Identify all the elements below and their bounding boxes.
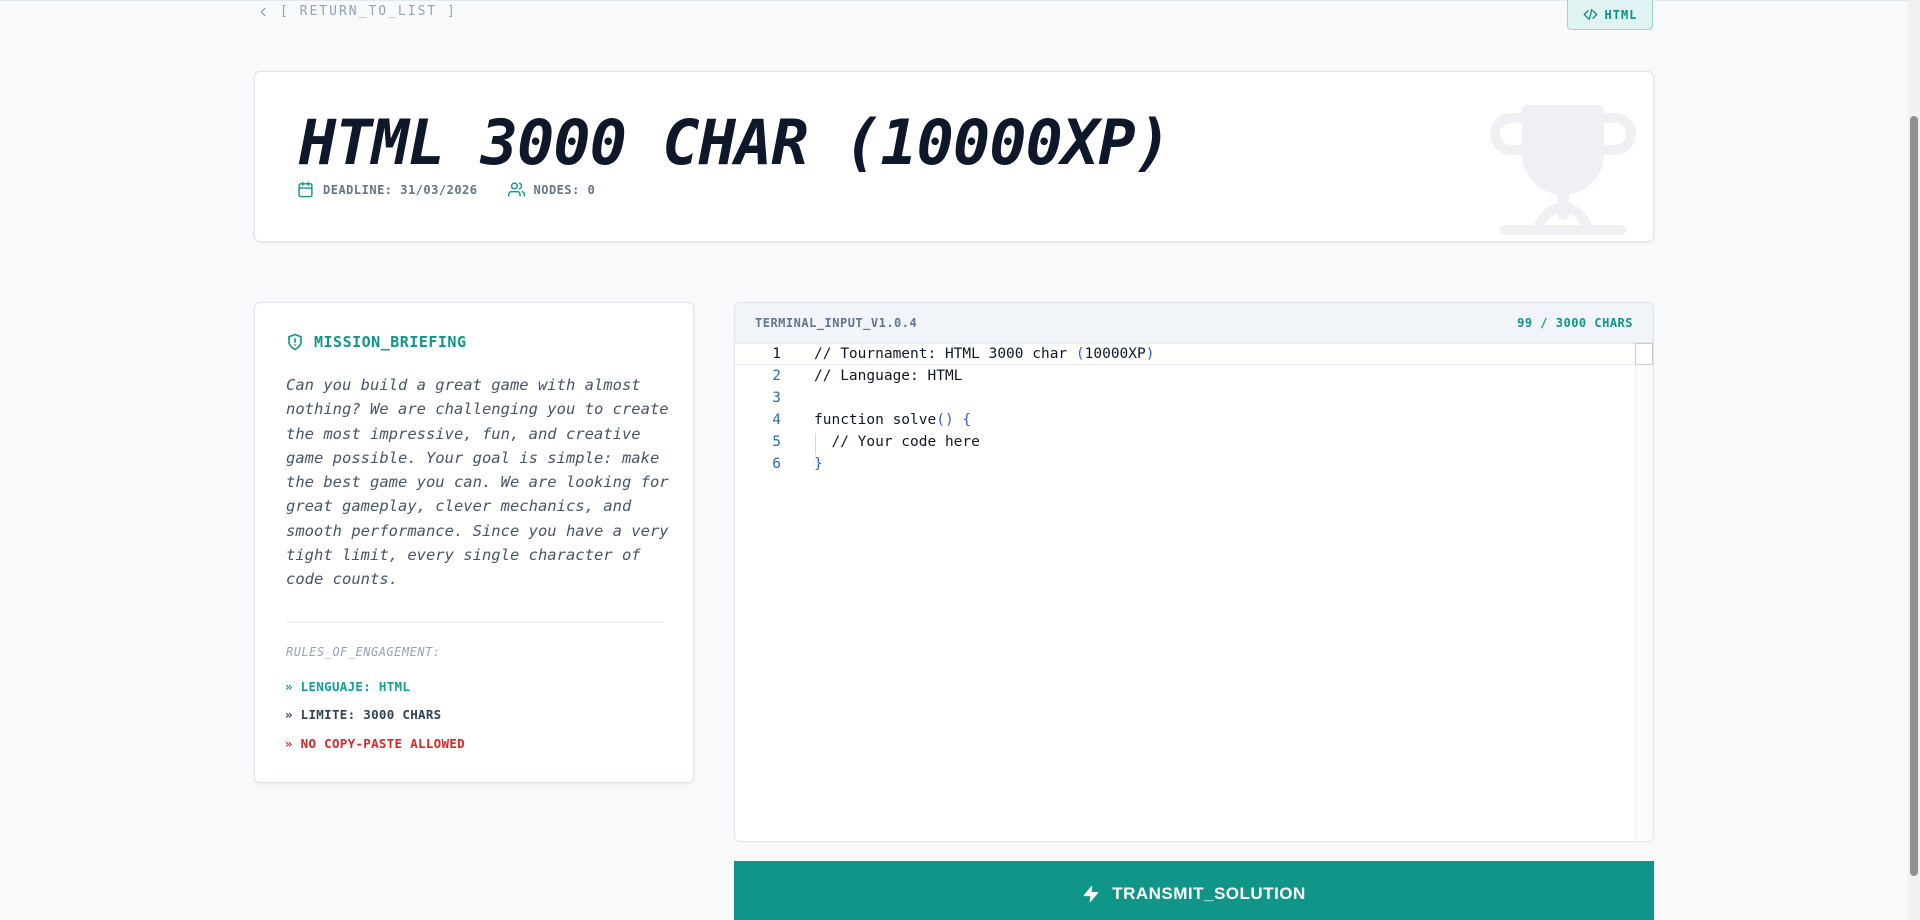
code-text: }	[814, 456, 823, 472]
transmit-solution-label: TRANSMIT_SOLUTION	[1112, 884, 1306, 903]
line-number: 5	[772, 434, 781, 450]
line-number: 3	[772, 390, 781, 406]
rule-language: » LENGUAJE: HTML	[285, 679, 411, 694]
editor-header: TERMINAL_INPUT_V1.0.4 99 / 3000 CHARS	[735, 303, 1653, 343]
code-line[interactable]: 4 function solve() {	[735, 409, 1635, 431]
mission-briefing-title: MISSION_BRIEFING	[314, 333, 467, 351]
code-text: // Tournament: HTML 3000 char (10000XP)	[814, 346, 1154, 362]
code-token: function solve	[814, 412, 937, 428]
line-number: 4	[772, 412, 781, 428]
editor-minimap-box[interactable]	[1635, 343, 1653, 365]
users-icon	[507, 182, 525, 197]
indent-guide	[815, 433, 816, 455]
divider	[286, 622, 664, 623]
code-token: 10000XP	[1084, 346, 1146, 362]
line-number: 6	[772, 456, 781, 472]
char-counter: 99 / 3000 CHARS	[1517, 315, 1633, 330]
editor-scroll-gutter[interactable]	[1635, 343, 1653, 841]
code-line[interactable]: 6 }	[735, 453, 1635, 475]
code-token: {	[962, 412, 972, 428]
line-number: 1	[772, 346, 781, 362]
code-text: // Language: HTML	[814, 368, 963, 384]
code-token: // Tournament: HTML 3000 char	[814, 346, 1076, 362]
tournament-meta: DEADLINE: 31/03/2026 NODES: 0	[297, 181, 595, 198]
code-text: // Your code here	[814, 434, 980, 450]
rule-limit: » LIMITE: 3000 CHARS	[285, 707, 442, 722]
lightning-icon	[1083, 885, 1099, 903]
code-input-area[interactable]: 1 // Tournament: HTML 3000 char (10000XP…	[735, 343, 1635, 841]
mission-briefing-card: MISSION_BRIEFING Can you build a great g…	[254, 302, 694, 783]
code-token: (	[1075, 346, 1085, 362]
chevron-left-icon	[260, 7, 266, 16]
language-badge-label: HTML	[1604, 7, 1638, 22]
code-token: ()	[936, 412, 954, 428]
language-badge: HTML	[1567, 0, 1653, 30]
mission-description: Can you build a great game with almost n…	[286, 376, 669, 589]
code-icon	[1583, 8, 1597, 21]
line-number: 2	[772, 368, 781, 384]
calendar-icon	[298, 181, 313, 198]
mission-briefing-heading: MISSION_BRIEFING	[286, 333, 467, 351]
code-line[interactable]: 1 // Tournament: HTML 3000 char (10000XP…	[735, 343, 1635, 365]
return-to-list-link[interactable]: [ RETURN_TO_LIST ]	[256, 4, 457, 19]
transmit-solution-button[interactable]: TRANSMIT_SOLUTION	[734, 861, 1654, 920]
tournament-header-card: HTML 3000 CHAR (10000XP) DEADLINE: 31/03…	[254, 71, 1654, 242]
trophy-icon	[1490, 105, 1636, 235]
nodes-label: NODES: 0	[533, 182, 596, 197]
code-editor: TERMINAL_INPUT_V1.0.4 99 / 3000 CHARS 1 …	[734, 302, 1654, 842]
code-text: function solve() {	[814, 412, 971, 428]
editor-name: TERMINAL_INPUT_V1.0.4	[755, 315, 918, 330]
code-line[interactable]: 3	[735, 387, 1635, 409]
code-line[interactable]: 2 // Language: HTML	[735, 365, 1635, 387]
tournament-title: HTML 3000 CHAR (10000XP)	[299, 106, 1172, 179]
shield-icon	[288, 333, 302, 351]
code-line[interactable]: 5 // Your code here	[735, 431, 1635, 453]
deadline-label: DEADLINE: 31/03/2026	[323, 182, 478, 197]
deadline-info: DEADLINE: 31/03/2026	[297, 181, 478, 198]
rules-heading: RULES_OF_ENGAGEMENT:	[286, 645, 441, 659]
page-scroll-thumb[interactable]	[1910, 116, 1918, 876]
code-token: )	[1145, 346, 1155, 362]
rule-no-copy-paste: » NO COPY-PASTE ALLOWED	[285, 736, 465, 751]
nodes-info: NODES: 0	[507, 181, 596, 198]
return-to-list-label: [ RETURN_TO_LIST ]	[280, 4, 457, 19]
